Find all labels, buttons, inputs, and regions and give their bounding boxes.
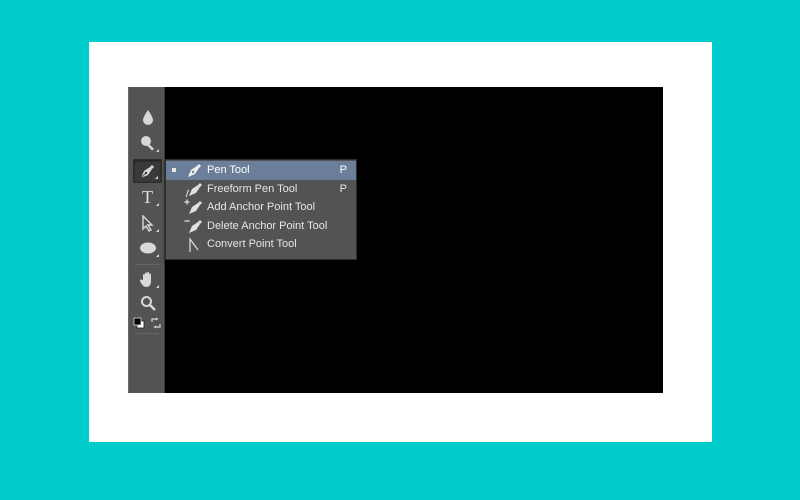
tools-panel: T: [128, 87, 165, 393]
default-colors-button[interactable]: [133, 316, 145, 329]
convert-point-icon: [182, 235, 206, 254]
menu-item-delete-anchor-point-tool[interactable]: Delete Anchor Point Tool: [166, 217, 356, 236]
path-selection-tool[interactable]: [133, 211, 162, 235]
menu-item-convert-point-tool[interactable]: Convert Point Tool: [166, 235, 356, 254]
dodge-tool[interactable]: [133, 131, 162, 155]
droplet-icon: [141, 109, 155, 125]
arrow-cursor-icon: [141, 214, 155, 232]
swap-arrow-icon: [150, 316, 162, 333]
menu-item-add-anchor-point-tool[interactable]: Add Anchor Point Tool: [166, 198, 356, 217]
blur-tool[interactable]: [133, 105, 162, 129]
menu-item-label: Delete Anchor Point Tool: [207, 219, 328, 232]
delete-anchor-icon: [182, 217, 206, 236]
default-colors-icon: [133, 316, 145, 333]
swap-colors-button[interactable]: [150, 316, 162, 329]
pen-tool-flyout-menu: Pen Tool P Freeform Pen Tool P Add Ancho…: [165, 159, 357, 260]
shortcut-key: P: [339, 182, 347, 195]
menu-item-freeform-pen-tool[interactable]: Freeform Pen Tool P: [166, 180, 356, 199]
shortcut-key: P: [339, 164, 347, 176]
freeform-pen-icon: [182, 180, 206, 199]
type-tool[interactable]: T: [133, 185, 162, 209]
menu-item-pen-tool[interactable]: Pen Tool P: [166, 161, 356, 180]
selected-bullet: [172, 168, 176, 172]
menu-item-label: Pen Tool: [207, 164, 250, 176]
menu-item-label: Freeform Pen Tool: [207, 182, 298, 195]
pen-icon: [139, 163, 156, 180]
menu-item-label: Add Anchor Point Tool: [207, 201, 316, 214]
pen-icon: [182, 161, 206, 180]
add-anchor-icon: [182, 198, 206, 217]
hand-icon: [139, 271, 156, 288]
pen-tool[interactable]: [133, 159, 162, 183]
menu-item-label: Convert Point Tool: [207, 238, 297, 251]
dodge-icon: [140, 135, 156, 151]
ellipse-tool[interactable]: [133, 236, 162, 260]
hand-tool[interactable]: [133, 267, 162, 291]
ellipse-icon: [139, 241, 157, 255]
zoom-tool[interactable]: [133, 291, 162, 315]
magnifier-icon: [140, 295, 156, 311]
type-icon: T: [142, 187, 153, 207]
